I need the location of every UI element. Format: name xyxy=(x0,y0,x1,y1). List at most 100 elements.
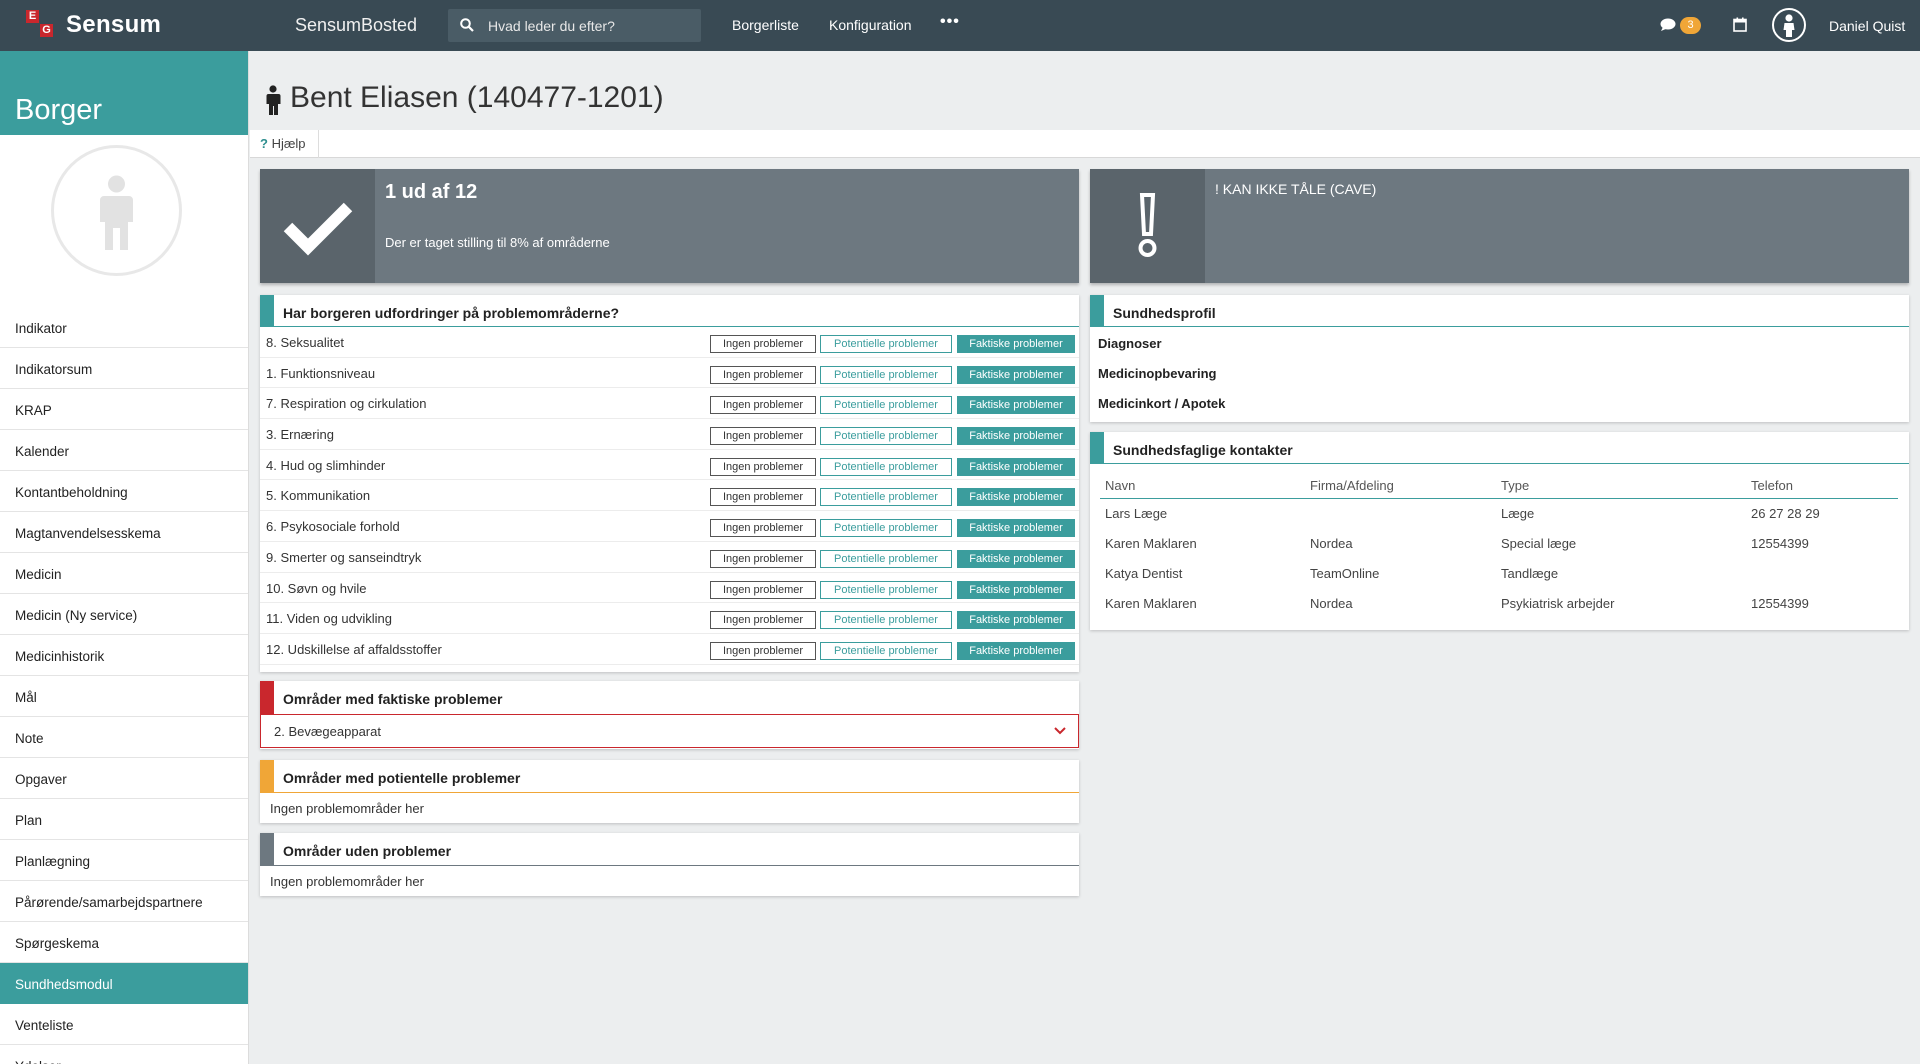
actual-problems-button[interactable]: Faktiske problemer xyxy=(957,365,1075,384)
potential-problems-button[interactable]: Potentielle problemer xyxy=(820,427,952,446)
problem-label: 9. Smerter og sanseindtryk xyxy=(266,549,422,565)
problem-areas-title-text: Har borgeren udfordringer på problemområ… xyxy=(283,305,620,321)
sidebar-item-magtanvendelsesskema[interactable]: Magtanvendelsesskema xyxy=(0,512,248,553)
progress-description: Der er taget stilling til 8% af områdern… xyxy=(385,235,610,250)
actual-problems-button[interactable]: Faktiske problemer xyxy=(957,611,1075,630)
sidebar-item-krap[interactable]: KRAP xyxy=(0,389,248,430)
problem-label: 6. Psykosociale forhold xyxy=(266,519,400,535)
no-problems-button[interactable]: Ingen problemer xyxy=(710,549,816,568)
col-telefon: Telefon xyxy=(1746,474,1898,499)
potential-problems-button[interactable]: Potentielle problemer xyxy=(820,549,952,568)
problem-label: 7. Respiration og cirkulation xyxy=(266,396,427,412)
health-profile-medicinopbevaring[interactable]: Medicinopbevaring xyxy=(1090,357,1909,387)
potential-problems-button[interactable]: Potentielle problemer xyxy=(820,488,952,507)
help-link[interactable]: ? Hjælp xyxy=(260,136,306,151)
health-profile-title: Sundhedsprofil xyxy=(1090,295,1909,327)
sidebar-item-plan[interactable]: Plan xyxy=(0,799,248,840)
actual-problems-button[interactable]: Faktiske problemer xyxy=(957,549,1075,568)
progress-card: 1 ud af 12 Der er taget stilling til 8% … xyxy=(260,169,1079,283)
contact-row[interactable]: Karen Maklaren Nordea Special læge 12554399 xyxy=(1100,528,1898,558)
potential-problems-button[interactable]: Potentielle problemer xyxy=(820,580,952,599)
nav-borgerliste[interactable]: Borgerliste xyxy=(732,17,799,33)
contact-name: Lars Læge xyxy=(1105,505,1168,521)
potential-problems-button[interactable]: Potentielle problemer xyxy=(820,335,952,353)
potential-problems-button[interactable]: Potentielle problemer xyxy=(820,641,952,660)
sidebar-item-medicin-ny-service[interactable]: Medicin (Ny service) xyxy=(0,594,248,635)
title-accent-red xyxy=(260,681,274,714)
sidebar-item-indikator[interactable]: Indikator xyxy=(0,307,248,348)
no-problems-button[interactable]: Ingen problemer xyxy=(710,396,816,415)
chat-icon[interactable] xyxy=(1660,18,1676,32)
contact-name: Karen Maklaren xyxy=(1105,535,1197,551)
question-icon: ? xyxy=(260,136,268,151)
col-navn: Navn xyxy=(1100,474,1305,499)
no-problems-button[interactable]: Ingen problemer xyxy=(710,580,816,599)
contact-phone: 12554399 xyxy=(1751,595,1809,611)
no-problems-button[interactable]: Ingen problemer xyxy=(710,427,816,446)
problem-row: 9. Smerter og sanseindtryk Ingen probleme… xyxy=(260,542,1079,573)
contact-row[interactable]: Katya Dentist TeamOnline Tandlæge xyxy=(1100,558,1898,588)
chevron-down-icon[interactable] xyxy=(1054,727,1066,735)
toolbar-divider xyxy=(318,130,319,158)
message-count-badge[interactable]: 3 xyxy=(1680,17,1701,34)
health-profile-medicinkort[interactable]: Medicinkort / Apotek xyxy=(1090,387,1909,417)
no-problems-button[interactable]: Ingen problemer xyxy=(710,457,816,476)
sidebar-item-ydelser[interactable]: Ydelser xyxy=(0,1045,248,1064)
problem-row: 12. Udskillelse af affaldsstoffer Ingen p… xyxy=(260,634,1079,665)
potential-problems-button[interactable]: Potentielle problemer xyxy=(820,519,952,538)
potential-problems-button[interactable]: Potentielle problemer xyxy=(820,396,952,415)
no-problems-panel: Områder uden problemer Ingen problemområ… xyxy=(260,833,1079,896)
actual-problems-button[interactable]: Faktiske problemer xyxy=(957,580,1075,599)
app-title[interactable]: SensumBosted xyxy=(295,15,417,36)
no-problems-button[interactable]: Ingen problemer xyxy=(710,335,816,353)
sidebar-item-opgaver[interactable]: Opgaver xyxy=(0,758,248,799)
sidebar-item-kontantbeholdning[interactable]: Kontantbeholdning xyxy=(0,471,248,512)
contact-row[interactable]: Karen Maklaren Nordea Psykiatrisk arbejder… xyxy=(1100,588,1898,618)
sidebar-item-paaroerende[interactable]: Pårørende/samarbejdspartnere xyxy=(0,881,248,922)
user-avatar[interactable] xyxy=(1772,8,1806,42)
actual-problems-button[interactable]: Faktiske problemer xyxy=(957,427,1075,446)
search-input[interactable] xyxy=(488,9,693,42)
sidebar-item-indikatorsum[interactable]: Indikatorsum xyxy=(0,348,248,389)
sidebar-item-kalender[interactable]: Kalender xyxy=(0,430,248,471)
more-menu-icon[interactable]: ••• xyxy=(940,13,960,31)
no-problems-button[interactable]: Ingen problemer xyxy=(710,519,816,538)
actual-problem-item[interactable]: 2. Bevægeapparat xyxy=(260,714,1079,748)
sidebar-item-maal[interactable]: Mål xyxy=(0,676,248,717)
eg-logo[interactable]: E G xyxy=(26,10,56,40)
sidebar-menu: Indikator Indikatorsum KRAP Kalender Kon… xyxy=(0,307,248,1064)
health-profile-diagnoser[interactable]: Diagnoser xyxy=(1090,327,1909,357)
sidebar-item-venteliste[interactable]: Venteliste xyxy=(0,1004,248,1045)
help-label: Hjælp xyxy=(271,136,306,151)
contact-row[interactable]: Lars Læge Læge 26 27 28 29 xyxy=(1100,498,1898,528)
contact-type: Tandlæge xyxy=(1501,565,1559,581)
brand-name[interactable]: Sensum xyxy=(66,11,161,39)
no-problems-button[interactable]: Ingen problemer xyxy=(710,365,816,384)
actual-problems-button[interactable]: Faktiske problemer xyxy=(957,457,1075,476)
username[interactable]: Daniel Quist xyxy=(1829,18,1905,34)
no-problems-button[interactable]: Ingen problemer xyxy=(710,611,816,630)
sidebar-item-spoergeskema[interactable]: Spørgeskema xyxy=(0,922,248,963)
actual-problems-button[interactable]: Faktiske problemer xyxy=(957,488,1075,507)
no-problems-button[interactable]: Ingen problemer xyxy=(710,641,816,660)
sidebar-item-planlaegning[interactable]: Planlægning xyxy=(0,840,248,881)
potential-problems-empty: Ingen problemområder her xyxy=(270,801,424,816)
actual-problems-button[interactable]: Faktiske problemer xyxy=(957,641,1075,660)
person-icon xyxy=(266,85,281,115)
calendar-icon[interactable] xyxy=(1733,17,1747,32)
no-problems-button[interactable]: Ingen problemer xyxy=(710,488,816,507)
nav-konfiguration[interactable]: Konfiguration xyxy=(829,17,912,33)
sidebar-item-medicinhistorik[interactable]: Medicinhistorik xyxy=(0,635,248,676)
exclamation-icon xyxy=(1138,193,1157,257)
sidebar-item-medicin[interactable]: Medicin xyxy=(0,553,248,594)
sidebar-item-sundhedsmodul[interactable]: Sundhedsmodul xyxy=(0,963,248,1004)
potential-problems-button[interactable]: Potentielle problemer xyxy=(820,457,952,476)
health-profile-title-text: Sundhedsprofil xyxy=(1113,305,1216,321)
potential-problems-button[interactable]: Potentielle problemer xyxy=(820,365,952,384)
actual-problems-button[interactable]: Faktiske problemer xyxy=(957,396,1075,415)
potential-problems-button[interactable]: Potentielle problemer xyxy=(820,611,952,630)
sidebar-item-note[interactable]: Note xyxy=(0,717,248,758)
actual-problems-button[interactable]: Faktiske problemer xyxy=(957,519,1075,538)
problem-areas-panel: Har borgeren udfordringer på problemområ… xyxy=(260,295,1079,672)
actual-problems-button[interactable]: Faktiske problemer xyxy=(957,335,1075,353)
